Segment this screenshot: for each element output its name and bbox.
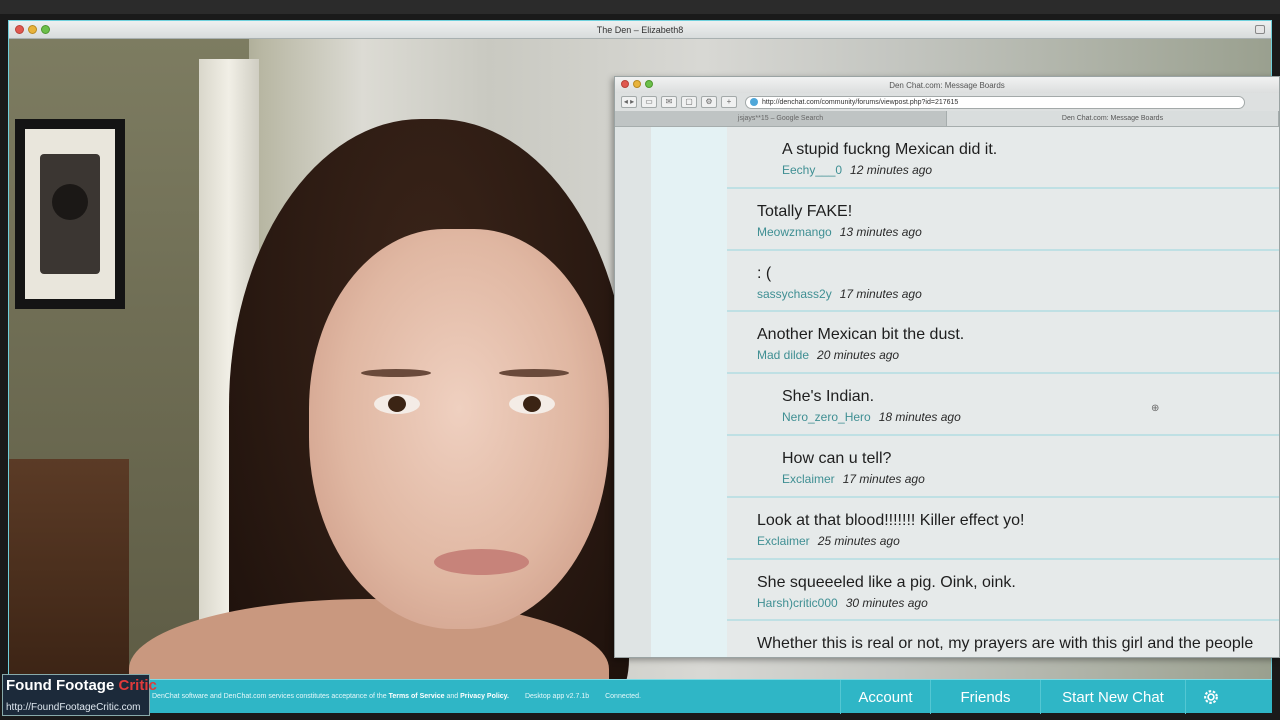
- post-timestamp: 17 minutes ago: [842, 471, 925, 486]
- watermark-title-a: Found Footage: [6, 677, 115, 694]
- os-menubar: [0, 0, 1280, 14]
- mail-icon[interactable]: ✉: [661, 96, 677, 108]
- watermark-url: http://FoundFootageCritic.com: [6, 702, 141, 713]
- post: Whether this is real or not, my prayers …: [727, 621, 1279, 657]
- post-timestamp: 18 minutes ago: [878, 410, 961, 425]
- post: : ( sassychass2y 17 minutes ago: [727, 251, 1279, 313]
- post-timestamp: 30 minutes ago: [845, 595, 928, 610]
- post-username[interactable]: Exclaimer: [782, 472, 835, 486]
- post: She's Indian. Nero_zero_Hero 18 minutes a…: [727, 374, 1279, 436]
- url-bar[interactable]: http://denchat.com/community/forums/view…: [745, 95, 1245, 109]
- back-forward-icon[interactable]: ◂ ▸: [621, 96, 637, 108]
- post-timestamp: 20 minutes ago: [817, 348, 900, 363]
- account-button[interactable]: Account: [840, 680, 930, 714]
- post: How can u tell? Exclaimer 17 minutes ago: [727, 436, 1279, 498]
- legal-text: DenChat software and DenChat.com service…: [152, 693, 641, 700]
- browser-window-controls: [621, 80, 653, 88]
- browser-titlebar: Den Chat.com: Message Boards: [615, 77, 1279, 93]
- post-text: Another Mexican bit the dust.: [757, 326, 965, 344]
- bookmarks-icon[interactable]: ▭: [641, 96, 657, 108]
- browser-zoom-icon[interactable]: [645, 80, 653, 88]
- url-text: http://denchat.com/community/forums/view…: [762, 98, 959, 106]
- legal-prefix: DenChat software and DenChat.com service…: [152, 693, 387, 700]
- window-controls: [15, 25, 50, 34]
- post-text: She squeeeled like a pig. Oink, oink.: [757, 573, 1016, 591]
- post-username[interactable]: Exclaimer: [757, 534, 810, 548]
- watermark-logo: Found Footage Critic http://FoundFootage…: [2, 674, 157, 716]
- post: Look at that blood!!!!!!! Killer effect …: [727, 498, 1279, 560]
- browser-close-icon[interactable]: [621, 80, 629, 88]
- zoom-icon[interactable]: [41, 25, 50, 34]
- app-version: Desktop app v2.7.1b: [524, 693, 590, 700]
- post-text: Whether this is real or not, my prayers …: [757, 635, 1254, 653]
- post-text: Look at that blood!!!!!!! Killer effect …: [757, 511, 1025, 529]
- terms-link[interactable]: Terms of Service: [389, 693, 445, 700]
- tab-message-boards[interactable]: Den Chat.com: Message Boards: [947, 111, 1279, 126]
- post-timestamp: 25 minutes ago: [817, 533, 900, 548]
- message-board-page: A stupid fuckng Mexican did it. Eechy___…: [615, 127, 1279, 657]
- gear-icon: [1203, 690, 1218, 704]
- app-titlebar: The Den – Elizabeth8: [9, 21, 1271, 39]
- settings-button[interactable]: [1185, 680, 1235, 714]
- post: She squeeeled like a pig. Oink, oink. Ha…: [727, 560, 1279, 622]
- post-text: She's Indian.: [782, 388, 875, 406]
- history-icon[interactable]: ▢: [681, 96, 697, 108]
- post-username[interactable]: Meowzmango: [757, 225, 832, 239]
- watermark-title: Found Footage Critic: [6, 677, 157, 694]
- shelf: [9, 459, 129, 680]
- post-username[interactable]: Eechy___0: [782, 163, 842, 177]
- post-username[interactable]: Nero_zero_Hero: [782, 410, 871, 424]
- tab-google-search[interactable]: jsjays**15 – Google Search: [615, 111, 947, 126]
- browser-title: Den Chat.com: Message Boards: [889, 80, 1005, 90]
- browser-minimize-icon[interactable]: [633, 80, 641, 88]
- post-text: Totally FAKE!: [757, 202, 853, 220]
- post: A stupid fuckng Mexican did it. Eechy___…: [727, 127, 1279, 189]
- post-username[interactable]: Mad dilde: [757, 348, 809, 362]
- mouse-cursor-icon: ⊕: [1151, 403, 1160, 414]
- app-title: The Den – Elizabeth8: [596, 24, 684, 35]
- app-bottom-bar: DenChat software and DenChat.com service…: [8, 679, 1272, 714]
- person-face: [309, 229, 609, 629]
- post: Another Mexican bit the dust. Mad dilde 2…: [727, 312, 1279, 375]
- watermark-title-b: Critic: [118, 677, 157, 694]
- fullscreen-icon[interactable]: [1255, 25, 1265, 34]
- post: Totally FAKE! Meowzmango 13 minutes ago: [727, 189, 1279, 251]
- privacy-link[interactable]: Privacy Policy.: [460, 693, 509, 700]
- post-username[interactable]: sassychass2y: [757, 287, 832, 301]
- post-list: A stupid fuckng Mexican did it. Eechy___…: [727, 127, 1279, 657]
- close-icon[interactable]: [15, 25, 24, 34]
- connection-status: Connected.: [605, 693, 641, 700]
- start-new-chat-button[interactable]: Start New Chat: [1040, 680, 1185, 714]
- browser-toolbar: ◂ ▸ ▭ ✉ ▢ ⚙ + http://denchat.com/communi…: [615, 93, 1279, 111]
- post-timestamp: 17 minutes ago: [839, 286, 922, 301]
- post-text: : (: [757, 264, 772, 282]
- tab-bar: jsjays**15 – Google Search Den Chat.com:…: [615, 111, 1279, 127]
- minimize-icon[interactable]: [28, 25, 37, 34]
- page-gutter: [651, 127, 727, 657]
- post-timestamp: 13 minutes ago: [839, 224, 922, 239]
- page-sidebar: [615, 127, 651, 657]
- post-text: A stupid fuckng Mexican did it.: [782, 141, 998, 158]
- legal-and: and: [446, 693, 459, 700]
- settings-icon[interactable]: ⚙: [701, 96, 717, 108]
- post-text: How can u tell?: [782, 449, 892, 467]
- post-timestamp: 12 minutes ago: [850, 163, 933, 177]
- new-tab-icon[interactable]: +: [721, 96, 737, 108]
- friends-button[interactable]: Friends: [930, 680, 1040, 714]
- globe-icon: [750, 98, 758, 106]
- post-username[interactable]: Harsh)critic000: [757, 596, 838, 610]
- wall-picture: [15, 119, 125, 309]
- browser-window: Den Chat.com: Message Boards ◂ ▸ ▭ ✉ ▢ ⚙…: [614, 76, 1280, 658]
